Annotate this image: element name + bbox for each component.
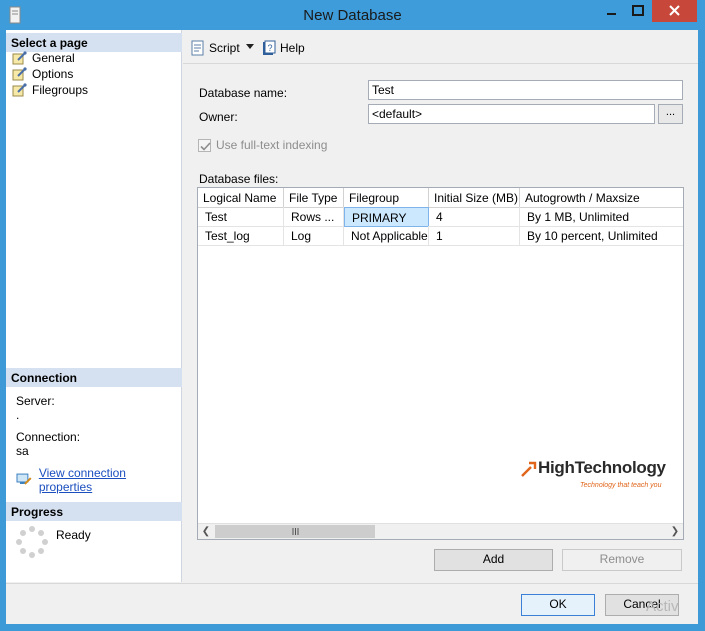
page-item-label: Options: [32, 67, 74, 81]
new-database-window: New Database Select a page General Optio…: [0, 0, 705, 631]
scrollbar-thumb[interactable]: [215, 525, 375, 538]
fulltext-indexing-label: Use full-text indexing: [216, 138, 328, 152]
grid-header: Logical Name File Type Filegroup Initial…: [198, 188, 683, 208]
activation-watermark-text: Activ: [646, 598, 679, 615]
script-label: Script: [209, 41, 240, 55]
script-icon: [191, 40, 204, 56]
column-header-logical-name[interactable]: Logical Name: [198, 188, 284, 208]
autogrowth-cell[interactable]: By 10 percent, Unlimited: [520, 226, 683, 246]
watermark-title: HighTechnology: [538, 458, 666, 477]
svg-text:?: ?: [267, 43, 272, 53]
progress-header: Progress: [6, 502, 182, 521]
minimize-button[interactable]: [598, 0, 624, 22]
owner-input[interactable]: <default>: [368, 104, 655, 124]
left-pane: Select a page General Options Filegroups…: [6, 30, 182, 582]
fulltext-indexing-checkbox[interactable]: Use full-text indexing: [198, 138, 327, 152]
minimize-icon: [607, 13, 616, 15]
toolbar: Script ? Help: [183, 30, 698, 64]
scroll-left-icon[interactable]: ❮: [198, 524, 214, 539]
right-pane: Script ? Help Database name: Test Owner:…: [183, 30, 698, 582]
progress-spinner-icon: [16, 526, 48, 558]
database-files-grid[interactable]: Logical Name File Type Filegroup Initial…: [197, 187, 684, 540]
column-header-filegroup[interactable]: Filegroup: [344, 188, 429, 208]
scroll-right-icon[interactable]: ❯: [667, 524, 683, 539]
page-item-options[interactable]: Options: [12, 66, 73, 82]
connection-label: Connection:: [16, 430, 81, 444]
hightechnology-watermark: HighTechnology Technology that teach you: [520, 458, 670, 494]
watermark-tagline: Technology that teach you: [580, 482, 662, 489]
help-label: Help: [280, 41, 305, 55]
file-type-cell[interactable]: Log: [284, 226, 344, 246]
chevron-down-icon[interactable]: [246, 44, 254, 49]
close-button[interactable]: [652, 0, 697, 22]
filegroup-cell[interactable]: Not Applicable: [344, 226, 429, 246]
page-item-label: Filegroups: [32, 83, 89, 97]
page-item-general[interactable]: General: [12, 50, 75, 66]
horizontal-scrollbar[interactable]: ❮ ❯: [198, 523, 683, 539]
wrench-page-icon: [12, 83, 27, 97]
ok-button[interactable]: OK: [521, 594, 595, 616]
logical-name-cell[interactable]: Test_log: [198, 226, 284, 246]
add-button[interactable]: Add: [434, 549, 553, 571]
initial-size-cell[interactable]: 1: [429, 226, 520, 246]
table-row[interactable]: Test Rows ... PRIMARY 4 By 1 MB, Unlimit…: [198, 207, 683, 227]
title-bar[interactable]: New Database: [0, 0, 705, 30]
dialog-button-bar: OK Cancel Activ: [6, 583, 698, 624]
autogrowth-cell[interactable]: By 1 MB, Unlimited: [520, 207, 683, 227]
dialog-client-area: Select a page General Options Filegroups…: [6, 30, 698, 624]
file-type-cell[interactable]: Rows ...: [284, 207, 344, 227]
checkbox-box[interactable]: [198, 138, 211, 152]
remove-button[interactable]: Remove: [562, 549, 682, 571]
script-button[interactable]: Script: [190, 39, 240, 57]
column-header-autogrowth[interactable]: Autogrowth / Maxsize: [520, 188, 683, 208]
server-label: Server:: [16, 394, 55, 408]
column-header-initial-size[interactable]: Initial Size (MB): [429, 188, 520, 208]
watermark-logo-icon: [521, 461, 537, 477]
server-value: .: [16, 408, 20, 422]
connection-value: sa: [16, 444, 29, 458]
initial-size-cell[interactable]: 4: [429, 207, 520, 227]
connection-header: Connection: [6, 368, 182, 387]
page-item-filegroups[interactable]: Filegroups: [12, 82, 88, 98]
column-header-file-type[interactable]: File Type: [284, 188, 344, 208]
maximize-button[interactable]: [625, 0, 651, 22]
help-button[interactable]: ? Help: [261, 39, 305, 57]
view-connection-properties-link[interactable]: View connection properties: [16, 466, 181, 494]
help-book-icon: ?: [263, 40, 276, 55]
database-name-input[interactable]: Test: [368, 80, 683, 100]
progress-status: Ready: [56, 528, 91, 542]
logical-name-cell[interactable]: Test: [198, 207, 284, 227]
owner-label: Owner:: [199, 110, 238, 124]
database-name-label: Database name:: [199, 86, 288, 100]
page-item-label: General: [32, 51, 75, 65]
database-files-label: Database files:: [199, 172, 279, 186]
connection-properties-icon: [16, 473, 32, 485]
maximize-icon: [632, 5, 644, 16]
table-row[interactable]: Test_log Log Not Applicable 1 By 10 perc…: [198, 226, 683, 246]
scroll-grip-icon: [292, 528, 299, 535]
close-icon: [669, 5, 680, 16]
view-connection-link-text: View connection properties: [38, 466, 126, 494]
checkmark-icon: [200, 141, 211, 151]
owner-browse-button[interactable]: ...: [658, 104, 683, 124]
wrench-page-icon: [12, 51, 27, 65]
wrench-page-icon: [12, 67, 27, 81]
filegroup-cell[interactable]: PRIMARY: [344, 207, 429, 227]
